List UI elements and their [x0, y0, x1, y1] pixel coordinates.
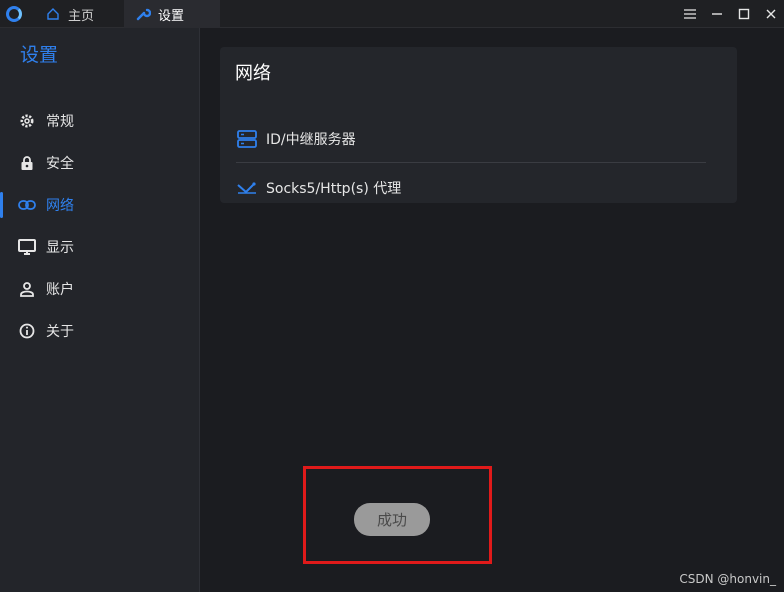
sidebar-item-label: 常规 — [46, 114, 74, 130]
tab-settings-label: 设置 — [158, 8, 185, 24]
menu-icon[interactable] — [676, 0, 703, 28]
sidebar-item-display[interactable]: 显示 — [0, 226, 200, 268]
close-icon[interactable] — [757, 0, 784, 28]
sidebar-item-label: 网络 — [46, 198, 74, 214]
sidebar-item-about[interactable]: 关于 — [0, 310, 200, 352]
tab-home-label: 主页 — [68, 8, 95, 24]
sidebar-item-security[interactable]: 安全 — [0, 142, 200, 184]
network-card: 网络 ID/中继服务器 Socks5/Http(s) 代理 — [220, 47, 737, 203]
sidebar-item-account[interactable]: 账户 — [0, 268, 200, 310]
sidebar-item-label: 关于 — [46, 324, 74, 340]
proxy-row[interactable]: Socks5/Http(s) 代理 — [236, 164, 706, 212]
sidebar-item-label: 账户 — [46, 282, 74, 298]
main-content: 网络 ID/中继服务器 Socks5/Http(s) 代理 — [201, 28, 784, 592]
tab-home[interactable]: 主页 — [34, 0, 122, 28]
sidebar-item-general[interactable]: 常规 — [0, 100, 200, 142]
monitor-icon — [18, 238, 36, 256]
lock-icon — [18, 154, 36, 172]
success-toast: 成功 — [354, 503, 430, 536]
gear-icon — [18, 112, 36, 130]
user-icon — [18, 280, 36, 298]
row-label: Socks5/Http(s) 代理 — [266, 181, 402, 197]
row-label: ID/中继服务器 — [266, 131, 356, 148]
sidebar-title: 设置 — [20, 44, 59, 66]
sidebar-item-label: 安全 — [46, 156, 74, 172]
sidebar-nav: 常规 安全 网络 显示 账户 关于 — [0, 100, 200, 352]
server-icon — [236, 128, 258, 150]
minimize-icon[interactable] — [703, 0, 730, 28]
sidebar-item-label: 显示 — [46, 240, 74, 256]
window-controls — [676, 0, 784, 28]
sidebar-item-network[interactable]: 网络 — [0, 184, 200, 226]
home-icon — [44, 5, 62, 23]
card-title: 网络 — [235, 63, 271, 84]
maximize-icon[interactable] — [730, 0, 757, 28]
sidebar: 设置 常规 安全 网络 显示 账户 关于 — [0, 28, 200, 592]
title-bar: 主页 设置 — [0, 0, 784, 28]
link-icon — [18, 196, 36, 214]
proxy-icon — [236, 177, 258, 199]
app-logo-icon — [6, 6, 22, 22]
id-relay-server-row[interactable]: ID/中继服务器 — [236, 115, 706, 163]
watermark: CSDN @honvin_ — [679, 572, 776, 586]
wrench-icon — [134, 5, 152, 23]
tab-settings[interactable]: 设置 — [124, 0, 220, 28]
info-icon — [18, 322, 36, 340]
